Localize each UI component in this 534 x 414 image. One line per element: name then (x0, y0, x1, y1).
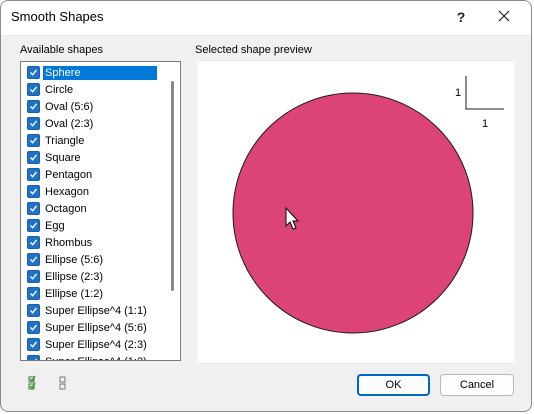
shape-label: Pentagon (45, 168, 93, 181)
checkmark-icon (30, 69, 38, 76)
uncheck-all-icon (59, 376, 66, 390)
listbox-scrollbar[interactable] (171, 81, 174, 291)
preview-label: Selected shape preview (195, 44, 312, 56)
shape-preview-panel: 1 1 (197, 61, 515, 363)
list-item[interactable]: Oval (2:3) (24, 115, 164, 132)
checkmark-icon (30, 239, 38, 246)
checkmark-icon (30, 120, 38, 127)
checkmark-icon (30, 205, 38, 212)
list-item[interactable]: Super Ellipse^4 (1:1) (24, 302, 164, 319)
preview-sphere-shape (232, 92, 474, 334)
shape-checkbox[interactable] (27, 100, 40, 113)
list-item[interactable]: Ellipse (1:2) (24, 285, 164, 302)
list-item[interactable]: Rhombus (24, 234, 164, 251)
shape-label: Ellipse (2:3) (45, 270, 104, 283)
cancel-button[interactable]: Cancel (440, 374, 514, 396)
checkmark-icon (30, 307, 38, 314)
help-icon: ? (456, 9, 466, 25)
shape-label: Oval (5:6) (45, 100, 94, 113)
checkmark-icon (30, 137, 38, 144)
list-item[interactable]: Pentagon (24, 166, 164, 183)
checkmark-icon (30, 324, 38, 331)
title-bar: Smooth Shapes ? (1, 1, 531, 35)
shape-label: Super Ellipse^4 (5:6) (45, 321, 147, 334)
shape-checkbox[interactable] (27, 83, 40, 96)
scale-y-label: 1 (455, 87, 461, 99)
shape-checkbox[interactable] (27, 168, 40, 181)
shape-checkbox[interactable] (27, 151, 40, 164)
close-icon (498, 9, 510, 25)
shape-label: Super Ellipse^4 (2:3) (45, 338, 147, 351)
shape-checkbox[interactable] (27, 338, 40, 351)
list-item[interactable]: Super Ellipse^4 (1:2) (24, 353, 164, 361)
shape-checkbox[interactable] (27, 236, 40, 249)
ok-button[interactable]: OK (357, 374, 430, 396)
scale-axes (465, 76, 504, 110)
shape-label: Sphere (43, 65, 157, 80)
close-button[interactable] (482, 3, 526, 31)
shape-label: Super Ellipse^4 (1:1) (45, 304, 147, 317)
shape-label: Rhombus (45, 236, 93, 249)
shape-checkbox[interactable] (27, 219, 40, 232)
check-all-icon (28, 375, 36, 390)
checkmark-icon (30, 256, 38, 263)
shape-checkbox[interactable] (27, 270, 40, 283)
shape-checkbox[interactable] (27, 253, 40, 266)
shape-preview-canvas: 1 1 (232, 76, 504, 334)
shape-label: Triangle (45, 134, 85, 147)
shape-label: Square (45, 151, 81, 164)
list-item[interactable]: Triangle (24, 132, 164, 149)
list-item[interactable]: Super Ellipse^4 (2:3) (24, 336, 164, 353)
available-shapes-label: Available shapes (20, 44, 103, 56)
checkmark-icon (30, 273, 38, 280)
shape-label: Ellipse (5:6) (45, 253, 104, 266)
shape-checkbox[interactable] (27, 66, 40, 79)
checkmark-icon (30, 290, 38, 297)
list-item[interactable]: Octagon (24, 200, 164, 217)
smooth-shapes-dialog: Smooth Shapes ? Available shapes Selecte… (0, 0, 532, 412)
checkmark-icon (34, 358, 38, 360)
check-all-button[interactable] (26, 375, 40, 391)
list-item[interactable]: Ellipse (2:3) (24, 268, 164, 285)
shape-checkbox[interactable] (27, 134, 40, 147)
shape-checkbox[interactable] (27, 117, 40, 130)
shape-checkbox[interactable] (27, 287, 40, 300)
checkmark-icon (30, 188, 38, 195)
dialog-title: Smooth Shapes (11, 9, 104, 24)
shapes-listbox[interactable]: Sphere Circle Oval (5:6) Oval (2:3) Triangle… (20, 61, 181, 361)
list-item[interactable]: Egg (24, 217, 164, 234)
list-item[interactable]: Super Ellipse^4 (5:6) (24, 319, 164, 336)
list-item[interactable]: Oval (5:6) (24, 98, 164, 115)
shape-checkbox[interactable] (27, 304, 40, 317)
shape-label: Circle (45, 83, 74, 96)
shape-checkbox[interactable] (27, 185, 40, 198)
help-button[interactable]: ? (439, 3, 483, 31)
list-item[interactable]: Hexagon (24, 183, 164, 200)
checkmark-icon (30, 171, 38, 178)
shape-label: Ellipse (1:2) (45, 287, 104, 300)
shape-label: Egg (45, 219, 65, 232)
list-item[interactable]: Circle (24, 81, 164, 98)
shape-checkbox[interactable] (27, 355, 40, 360)
shape-label: Octagon (45, 202, 87, 215)
checkmark-icon (30, 341, 38, 348)
list-item[interactable]: Ellipse (5:6) (24, 251, 164, 268)
shape-checkbox[interactable] (27, 321, 40, 334)
list-item[interactable]: Sphere (24, 64, 164, 81)
checkmark-icon (30, 103, 38, 110)
list-item[interactable]: Square (24, 149, 164, 166)
shape-label: Super Ellipse^4 (1:2) (43, 355, 149, 361)
checkmark-icon (30, 154, 38, 161)
uncheck-all-button[interactable] (56, 375, 70, 391)
scale-x-label: 1 (482, 118, 488, 130)
shape-checkbox[interactable] (27, 202, 40, 215)
checkmark-icon (30, 222, 38, 229)
checkmark-icon (30, 86, 38, 93)
shape-label: Oval (2:3) (45, 117, 94, 130)
shape-label: Hexagon (45, 185, 90, 198)
